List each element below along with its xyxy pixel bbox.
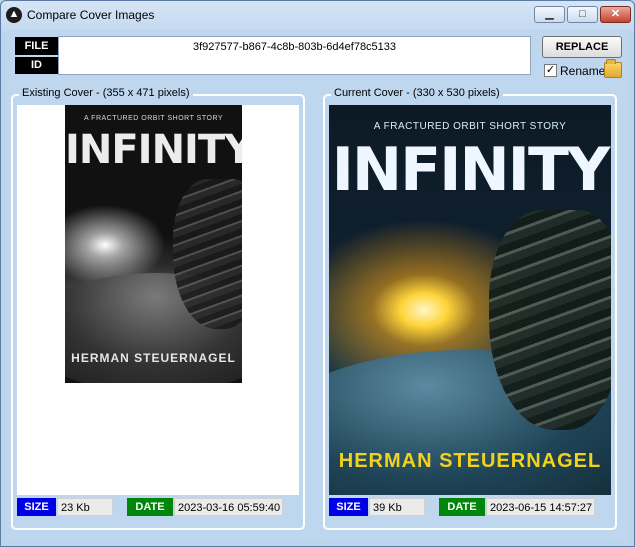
file-tag: FILE (15, 37, 58, 55)
size-badge: SIZE (17, 498, 56, 516)
folder-icon[interactable] (604, 59, 622, 78)
current-info-row: SIZE 39 Kb DATE 2023-06-15 14:57:27 (329, 498, 615, 518)
date-value: 2023-03-16 05:59:40 (174, 498, 283, 516)
file-id-value: 3f927577-b867-4c8b-803b-6d4ef78c5133 (192, 41, 397, 53)
current-cover-canvas: A FRACTURED ORBIT SHORT STORY INFINITY H… (329, 105, 611, 495)
existing-cover-panel: Existing Cover - (355 x 471 pixels) A FR… (11, 87, 305, 530)
size-value: 23 Kb (57, 498, 113, 516)
compare-cover-window: ▲ Compare Cover Images ▁ □ ✕ FILE ID 3f9… (0, 0, 635, 547)
minimize-button[interactable]: ▁ (534, 6, 565, 23)
date-badge: DATE (127, 498, 173, 516)
space-station-graphic (489, 210, 611, 430)
existing-cover-canvas: A FRACTURED ORBIT SHORT STORY INFINITY H… (17, 105, 299, 495)
rename-label: Rename (560, 64, 606, 78)
current-cover-legend: Current Cover - (330 x 530 pixels) (331, 87, 503, 99)
existing-cover-legend: Existing Cover - (355 x 471 pixels) (19, 87, 193, 99)
cover-subtitle: A FRACTURED ORBIT SHORT STORY (83, 115, 224, 122)
window-title: Compare Cover Images (27, 8, 155, 22)
current-cover-panel: Current Cover - (330 x 530 pixels) A FRA… (323, 87, 617, 530)
current-cover-image: A FRACTURED ORBIT SHORT STORY INFINITY H… (329, 105, 611, 495)
id-tag: ID (15, 57, 58, 74)
existing-info-row: SIZE 23 Kb DATE 2023-03-16 05:59:40 (17, 498, 303, 518)
title-bar[interactable]: ▲ Compare Cover Images ▁ □ ✕ (1, 1, 634, 29)
app-icon: ▲ (6, 7, 22, 23)
date-value: 2023-06-15 14:57:27 (486, 498, 595, 516)
existing-cover-image: A FRACTURED ORBIT SHORT STORY INFINITY H… (65, 105, 242, 383)
cover-author: HERMAN STEUERNAGEL (71, 351, 236, 365)
rename-checkbox[interactable]: ✓ (544, 64, 557, 77)
client-area: FILE ID 3f927577-b867-4c8b-803b-6d4ef78c… (7, 30, 629, 542)
cover-title: INFINITY (331, 135, 611, 205)
replace-button[interactable]: REPLACE (542, 36, 622, 58)
date-badge: DATE (439, 498, 485, 516)
close-button[interactable]: ✕ (600, 6, 631, 23)
maximize-button[interactable]: □ (567, 6, 598, 23)
cover-title: INFINITY (65, 127, 242, 173)
size-value: 39 Kb (369, 498, 425, 516)
file-id-box: 3f927577-b867-4c8b-803b-6d4ef78c5133 (58, 36, 531, 75)
cover-author: HERMAN STEUERNAGEL (338, 450, 602, 472)
cover-subtitle: A FRACTURED ORBIT SHORT STORY (373, 121, 567, 132)
size-badge: SIZE (329, 498, 368, 516)
